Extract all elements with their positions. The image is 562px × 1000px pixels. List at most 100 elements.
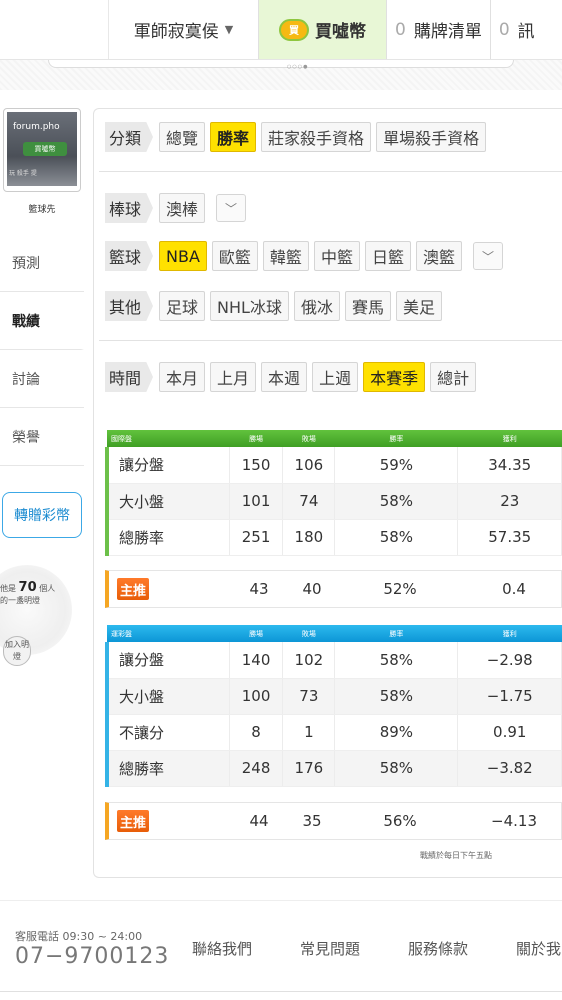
cell: 34.35 <box>457 447 562 484</box>
sidebar-item-honor[interactable]: 榮譽 <box>0 408 84 466</box>
table-row: 不讓分 8 1 89% 0.91 <box>104 714 562 751</box>
tag-single-killer[interactable]: 單場殺手資格 <box>376 122 487 152</box>
row-label: 大小盤 <box>104 678 230 715</box>
footer-link-about[interactable]: 關於我 <box>516 938 561 959</box>
gift-coins-button[interactable]: 轉贈彩幣 <box>2 492 82 538</box>
tag-japan[interactable]: 日籃 <box>364 241 411 271</box>
sidebar-item-record[interactable]: 戰績 <box>0 292 84 350</box>
cell: 23 <box>457 483 562 520</box>
footer-link-faq[interactable]: 常見問題 <box>300 938 360 959</box>
avatar[interactable]: forum.pho 買噓幣 玩 殺手 提 <box>3 108 81 192</box>
cell: −3.82 <box>457 750 562 787</box>
tag-aus-baseball[interactable]: 澳棒 <box>159 193 206 223</box>
cell: 35 <box>302 812 322 830</box>
footer-link-terms[interactable]: 服務條款 <box>408 938 468 959</box>
cell: 52% <box>383 580 417 598</box>
caret-down-icon: ▼ <box>224 23 234 36</box>
message-link[interactable]: 0 訊 <box>489 0 543 59</box>
filter-time: 時間 本月 上月 本週 上週 本賽季 總計 <box>105 362 481 392</box>
tag-last-week[interactable]: 上週 <box>312 362 359 392</box>
cell: 58% <box>334 519 459 556</box>
tag-soccer[interactable]: 足球 <box>159 291 206 321</box>
follower-count-text: 他是 70 個人 的一盞明燈 <box>0 580 72 607</box>
cell: 176 <box>282 750 336 787</box>
tag-this-season[interactable]: 本賽季 <box>363 362 426 392</box>
row-label: 讓分盤 <box>104 642 230 679</box>
row-label: 總勝率 <box>104 519 230 556</box>
footer-link-contact[interactable]: 聯絡我們 <box>192 938 252 959</box>
col-header: 國際盤 <box>107 430 230 447</box>
pattern-strip: ○○○● <box>0 60 562 90</box>
intl-main-pick-row: 主推 43 40 52% 0.4 <box>105 570 562 608</box>
join-follow-button[interactable]: 加入明燈 <box>3 636 31 666</box>
slider-handle[interactable] <box>48 60 514 68</box>
cell: 150 <box>229 447 284 484</box>
sidebar-item-predict[interactable]: 預測 <box>0 234 84 292</box>
pager-dots[interactable]: ○○○● <box>287 64 308 70</box>
tag-this-month[interactable]: 本月 <box>159 362 206 392</box>
cell: 57.35 <box>457 519 562 556</box>
follower-count: 70 <box>18 580 37 595</box>
table-header: 國際盤 勝場 敗場 勝率 獲利 <box>107 430 562 447</box>
avatar-badge: 買噓幣 <box>23 142 67 156</box>
tag-overview[interactable]: 總覽 <box>159 122 206 152</box>
main-pick-badge: 主推 <box>117 578 149 600</box>
avatar-text: forum.pho <box>13 122 60 132</box>
cell: 0.91 <box>457 714 562 751</box>
avatar-image: forum.pho 買噓幣 玩 殺手 提 <box>7 112 77 186</box>
filter-label: 其他 <box>105 291 154 321</box>
cart-label: 購牌清單 <box>413 22 482 42</box>
cart-link[interactable]: 0 購牌清單 <box>386 0 490 59</box>
chevron-down-icon[interactable]: ﹀ <box>472 242 503 270</box>
user-menu[interactable]: 軍師寂寞侯 ▼ <box>108 0 258 59</box>
cell: 102 <box>282 642 336 679</box>
follower-unit: 個人 <box>39 584 56 593</box>
filter-baseball: 棒球 澳棒 ﹀ <box>105 193 247 223</box>
follower-caption: 的一盞明燈 <box>0 596 40 605</box>
filter-category: 分類 總覽 勝率 莊家殺手資格 單場殺手資格 <box>105 122 491 152</box>
cell: 44 <box>249 812 269 830</box>
tag-china[interactable]: 中籃 <box>313 241 360 271</box>
tag-horse[interactable]: 賽馬 <box>344 291 391 321</box>
col-header: 運彩盤 <box>107 625 230 642</box>
cell: 140 <box>229 642 284 679</box>
cell: 56% <box>383 812 417 830</box>
divider <box>99 340 562 341</box>
lottery-main-pick-row: 主推 44 35 56% −4.13 <box>105 802 562 840</box>
follower-prefix: 他是 <box>0 584 16 593</box>
tag-aus[interactable]: 澳籃 <box>415 241 462 271</box>
tag-russia-hockey[interactable]: 俄冰 <box>293 291 340 321</box>
col-header: 勝率 <box>334 430 458 447</box>
sidebar-item-discuss[interactable]: 討論 <box>0 350 84 408</box>
tag-this-week[interactable]: 本週 <box>261 362 308 392</box>
cell: 58% <box>334 483 459 520</box>
col-header: 獲利 <box>457 430 562 447</box>
tag-last-month[interactable]: 上月 <box>210 362 257 392</box>
filter-label: 籃球 <box>105 241 154 271</box>
table-row: 總勝率 251 180 58% 57.35 <box>104 519 562 556</box>
tag-euro[interactable]: 歐籃 <box>211 241 258 271</box>
tag-winrate[interactable]: 勝率 <box>210 122 257 152</box>
service-phone[interactable]: 07−9700123 <box>15 944 169 969</box>
cell: 180 <box>282 519 336 556</box>
table-row: 大小盤 101 74 58% 23 <box>104 483 562 520</box>
chevron-down-icon[interactable]: ﹀ <box>216 194 247 222</box>
tag-total[interactable]: 總計 <box>430 362 477 392</box>
tag-nfl[interactable]: 美足 <box>395 291 442 321</box>
tag-nba[interactable]: NBA <box>159 241 207 271</box>
cell: 0.4 <box>502 580 526 598</box>
cell: 43 <box>249 580 269 598</box>
message-label: 訊 <box>517 22 535 42</box>
cell: 89% <box>334 714 459 751</box>
user-display-name: 籃球先 <box>28 205 56 215</box>
lottery-record-table: 運彩盤 勝場 敗場 勝率 獲利 讓分盤 140 102 58% −2.98 大小… <box>104 625 562 787</box>
tag-nhl[interactable]: NHL冰球 <box>210 291 289 321</box>
filter-label: 分類 <box>105 122 154 152</box>
buy-coins-button[interactable]: 買 買噓幣 <box>258 0 386 59</box>
cell: 58% <box>334 750 459 787</box>
update-note: 戰績於每日下午五點 <box>420 851 492 860</box>
tag-korea[interactable]: 韓籃 <box>262 241 309 271</box>
tag-dealer-killer[interactable]: 莊家殺手資格 <box>261 122 372 152</box>
col-header: 敗場 <box>282 430 335 447</box>
col-header: 勝場 <box>229 430 283 447</box>
